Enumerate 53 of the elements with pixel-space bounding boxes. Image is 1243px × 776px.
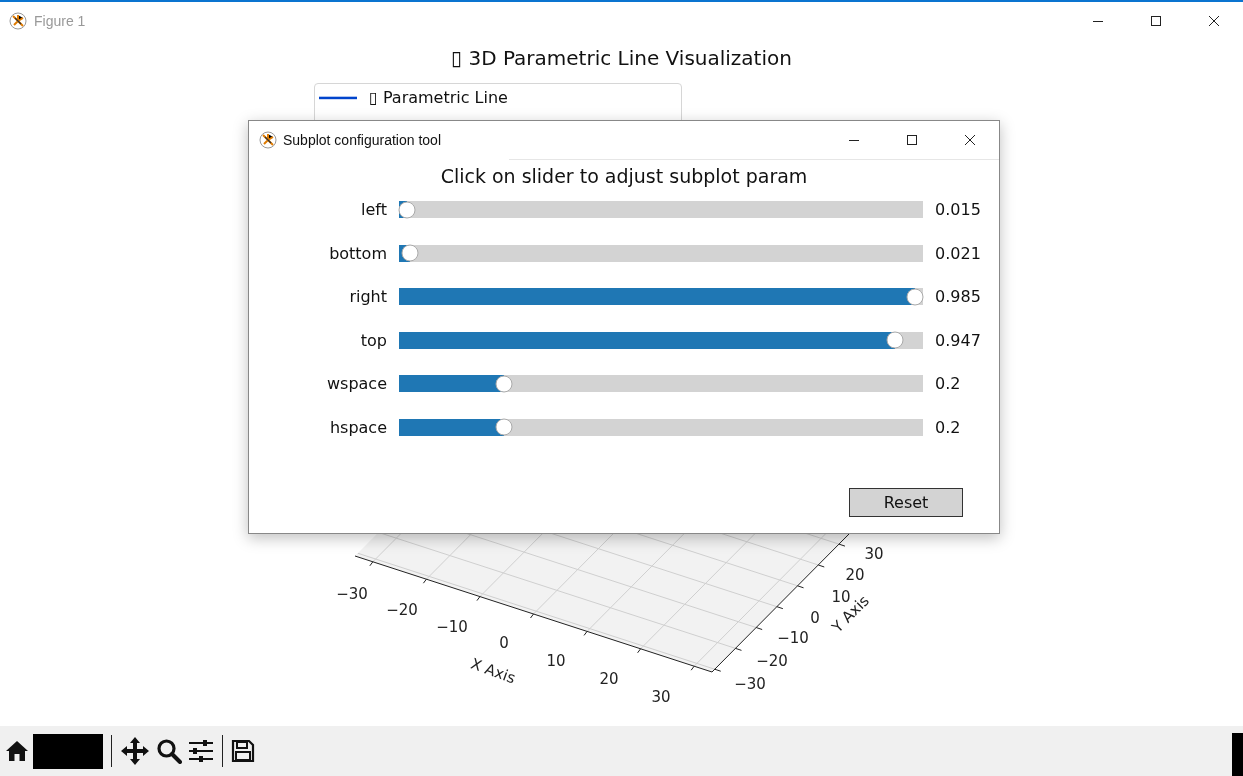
slider-value: 0.2 xyxy=(935,374,961,394)
x-tick-label: 20 xyxy=(599,670,619,688)
reset-button[interactable]: Reset xyxy=(849,488,963,517)
slider-value: 0.985 xyxy=(935,287,981,307)
redaction-block xyxy=(1232,733,1243,776)
figure-title: ▯ 3D Parametric Line Visualization xyxy=(450,46,793,70)
legend-line-icon xyxy=(319,95,357,100)
x-tick-label: 30 xyxy=(651,688,671,706)
y-tick-label: 0 xyxy=(810,609,820,627)
slider-label: top xyxy=(359,330,387,350)
slider-value: 0.015 xyxy=(935,200,981,219)
slider-label: bottom xyxy=(328,243,387,263)
slider-value: 0.2 xyxy=(935,417,961,437)
sliders-icon[interactable] xyxy=(188,739,214,763)
y-tick-label: −20 xyxy=(756,652,788,670)
slider-value: 0.021 xyxy=(935,243,981,263)
x-axis-label: X Axis xyxy=(468,654,518,688)
slider[interactable] xyxy=(399,375,923,393)
slider-label: hspace xyxy=(328,417,387,437)
window-title: Figure 1 xyxy=(34,13,86,29)
slider[interactable] xyxy=(399,331,923,349)
save-icon[interactable] xyxy=(231,739,255,763)
close-icon xyxy=(964,134,976,146)
x-tick-label: −30 xyxy=(336,585,368,603)
redaction-block xyxy=(33,733,103,769)
slider[interactable] xyxy=(399,201,923,218)
slider-label: wspace xyxy=(325,374,387,394)
x-tick-label: −10 xyxy=(436,618,468,636)
slider[interactable] xyxy=(399,244,923,262)
home-icon[interactable] xyxy=(5,740,29,762)
slider[interactable] xyxy=(399,418,923,436)
y-tick-label: 20 xyxy=(845,566,865,584)
x-tick-label: 10 xyxy=(546,652,566,670)
y-tick-label: 30 xyxy=(864,545,884,563)
y-tick-label: −30 xyxy=(734,675,766,693)
dialog-heading: Click on slider to adjust subplot param xyxy=(439,165,809,187)
maximize-icon xyxy=(1150,15,1162,27)
maximize-icon xyxy=(906,134,918,146)
slider[interactable] xyxy=(399,288,923,306)
x-tick-label: −20 xyxy=(386,601,418,619)
close-icon xyxy=(1208,15,1220,27)
dialog-title: Subplot configuration tool xyxy=(283,132,441,148)
slider-label: right xyxy=(348,287,387,307)
app-logo-icon xyxy=(9,12,27,30)
legend-label: ▯ Parametric Line xyxy=(369,88,508,107)
move-icon[interactable] xyxy=(120,736,150,766)
app-logo-icon xyxy=(259,131,277,149)
slider-thumb[interactable] xyxy=(398,201,416,218)
slider-value: 0.947 xyxy=(935,330,981,350)
y-tick-label: −10 xyxy=(777,629,809,647)
search-icon[interactable] xyxy=(156,738,182,764)
x-tick-label: 0 xyxy=(499,634,509,652)
slider-label: left xyxy=(360,200,387,219)
